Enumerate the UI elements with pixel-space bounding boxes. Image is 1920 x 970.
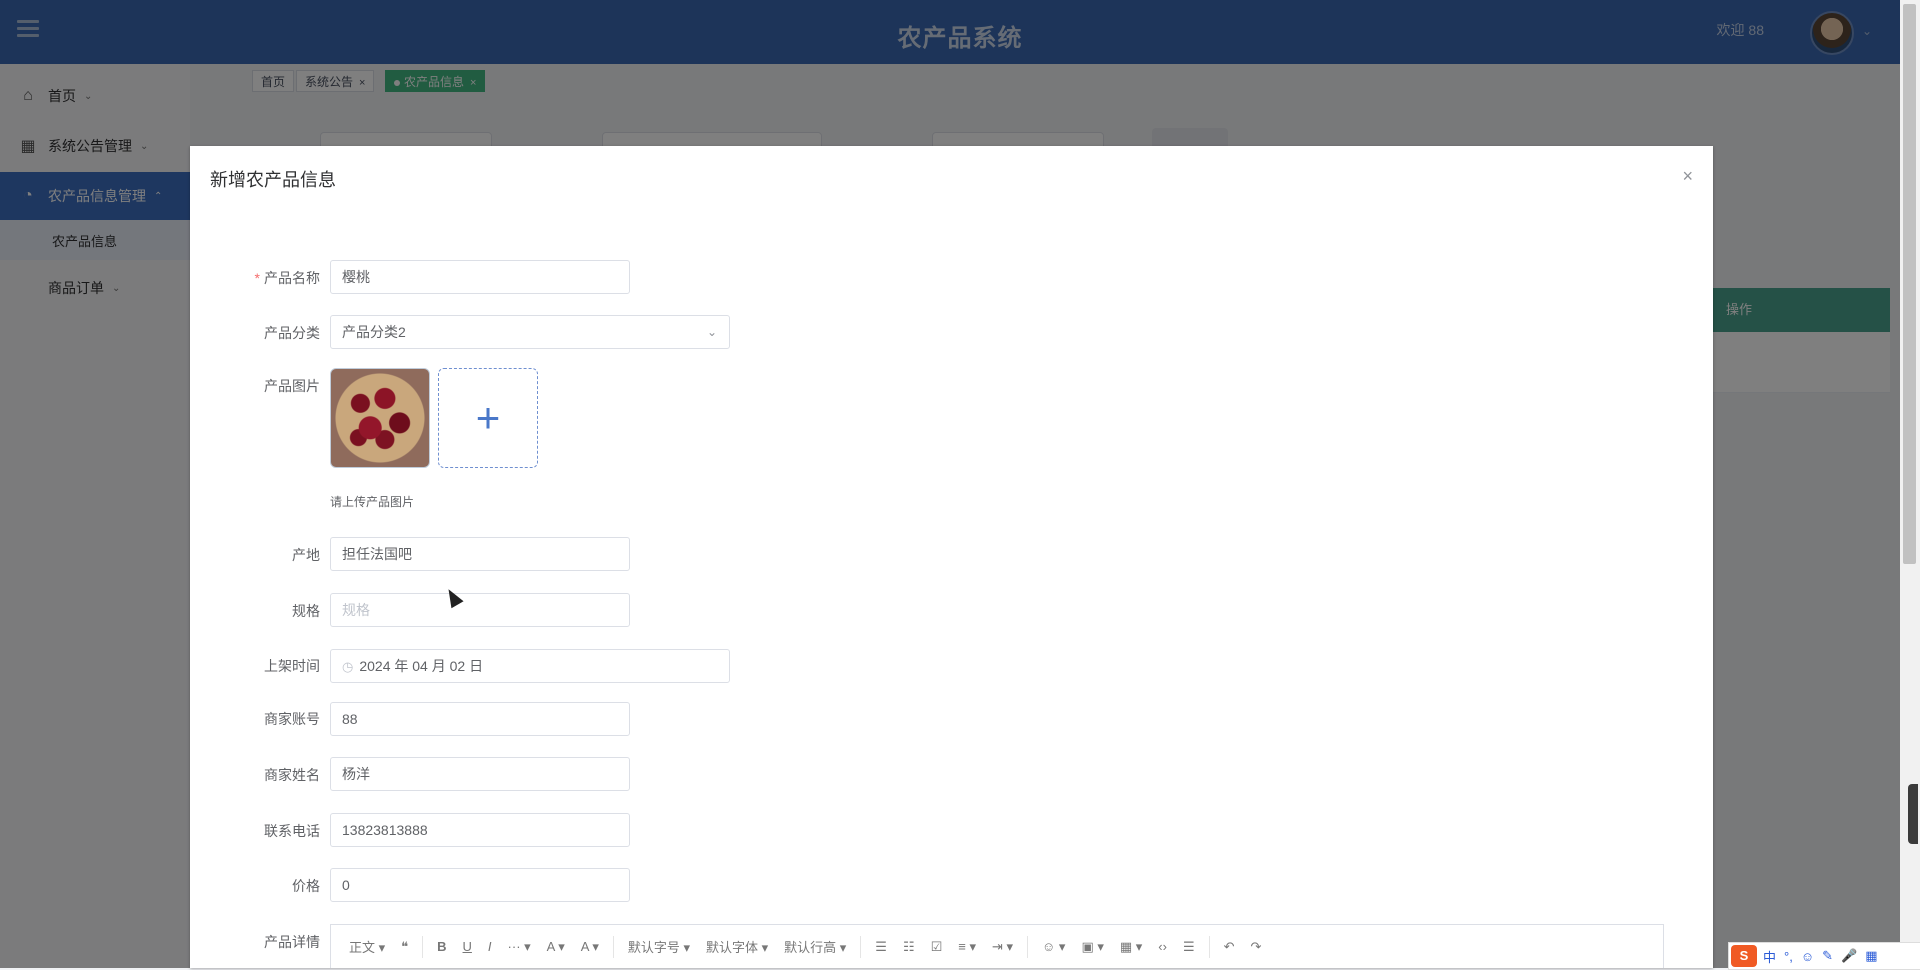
required-mark: * [254,270,260,286]
chevron-down-icon: ⌄ [706,325,717,339]
line-height-dropdown[interactable]: 默认行高 ▾ [784,937,846,956]
merchant-account-label: 商家账号 [264,711,320,727]
plus-icon: + [475,394,501,441]
add-product-dialog: 新增农产品信息 × * 产品名称 樱桃 产品分类 产品分类2 ⌄ 产品图片 + 请… [190,146,1713,968]
spec-input[interactable]: 规格 [330,593,630,627]
bullet-list-icon[interactable]: ☰ [875,939,887,955]
upload-button[interactable]: + [438,368,538,468]
dialog-title: 新增农产品信息 [210,170,336,190]
underline-icon[interactable]: U [463,939,472,954]
listing-date-picker[interactable]: ◷ 2024 年 04 月 02 日 [330,649,730,683]
phone-label: 联系电话 [264,823,320,839]
ime-punctuation-icon[interactable]: °, [1784,949,1793,964]
toolbar-divider [860,935,862,958]
toolbar-divider [422,935,424,958]
price-label: 价格 [292,878,320,894]
origin-label: 产地 [292,547,320,563]
ime-toolbar: S 中 °, ☺ ✎ 🎤 ▦ [1728,942,1920,970]
ime-voice-icon[interactable]: 🎤 [1841,948,1857,964]
more-formats-icon[interactable]: ··· ▾ [508,939,531,955]
table-icon[interactable]: ▦ ▾ [1120,939,1142,955]
indent-icon[interactable]: ⇥ ▾ [992,939,1013,955]
image-label: 产品图片 [264,378,320,394]
ime-toolbox-icon[interactable]: ▦ [1865,948,1877,964]
close-icon[interactable]: × [1682,166,1693,187]
quote-icon[interactable]: ❝ [401,939,408,955]
product-name-input[interactable]: 樱桃 [330,260,630,294]
upload-tip: 请上传产品图片 [330,495,415,509]
merchant-name-label: 商家姓名 [264,767,320,783]
divider-icon[interactable]: ☰ [1183,939,1195,955]
align-icon[interactable]: ≡ ▾ [958,939,976,955]
spec-label: 规格 [292,603,320,619]
label-text: 产品名称 [264,270,320,286]
redo-icon[interactable]: ↷ [1251,939,1262,955]
listing-date-value: 2024 年 04 月 02 日 [359,658,484,674]
category-value: 产品分类2 [342,324,406,340]
ime-handwrite-icon[interactable]: ✎ [1822,948,1833,964]
listing-time-label: 上架时间 [264,658,320,674]
category-select[interactable]: 产品分类2 ⌄ [330,315,730,349]
font-color-icon[interactable]: A ▾ [547,939,565,955]
sogou-logo-icon[interactable]: S [1731,945,1757,967]
font-size-dropdown[interactable]: 默认字号 ▾ [628,937,690,956]
code-icon[interactable]: ‹› [1158,939,1167,954]
emoji-icon[interactable]: ☺ ▾ [1042,939,1065,955]
clock-icon: ◷ [342,659,354,674]
category-label: 产品分类 [264,325,320,341]
toolbar-divider [612,935,614,958]
ime-mode-icon[interactable]: 中 [1763,947,1776,966]
background-color-icon[interactable]: A ▾ [581,939,599,955]
italic-icon[interactable]: I [488,939,492,954]
ime-emoji-icon[interactable]: ☺ [1801,949,1814,964]
origin-input[interactable]: 担任法国吧 [330,537,630,571]
toolbar-divider [1027,935,1029,958]
numbered-list-icon[interactable]: ☷ [903,939,915,955]
undo-icon[interactable]: ↶ [1224,939,1235,955]
scrollbar-thumb[interactable] [1903,4,1916,564]
font-family-dropdown[interactable]: 默认字体 ▾ [706,937,768,956]
image-icon[interactable]: ▣ ▾ [1081,939,1103,955]
merchant-name-input[interactable]: 杨洋 [330,757,630,791]
phone-input[interactable]: 13823813888 [330,813,630,847]
rich-text-toolbar: 正文 ▾ ❝ B U I ··· ▾ A ▾ A ▾ 默认字号 ▾ 默认字体 ▾… [330,924,1664,968]
price-input[interactable]: 0 [330,868,630,902]
toolbar-divider [1208,935,1210,958]
todo-icon[interactable]: ☑ [931,939,943,955]
paragraph-dropdown[interactable]: 正文 ▾ [349,937,385,956]
detail-label: 产品详情 [264,934,320,950]
merchant-account-input[interactable]: 88 [330,702,630,736]
name-label: * 产品名称 [230,268,320,288]
bold-icon[interactable]: B [437,939,446,954]
side-drawer-handle[interactable] [1908,784,1918,844]
product-image-thumbnail[interactable] [330,368,430,468]
